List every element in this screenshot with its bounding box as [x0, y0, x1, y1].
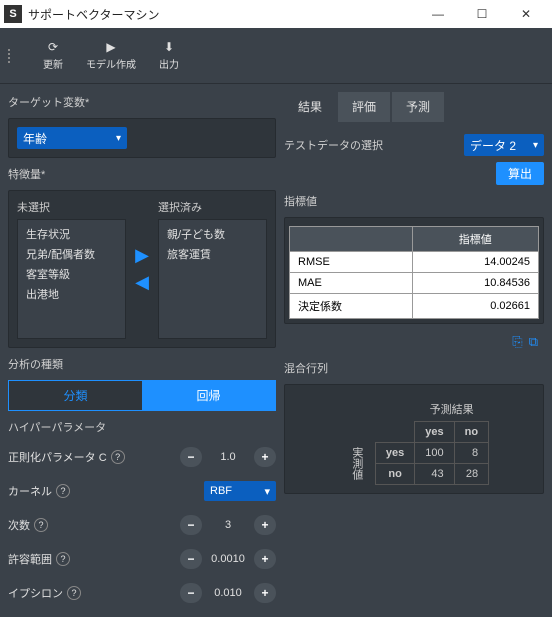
- tab-eval[interactable]: 評価: [338, 92, 390, 122]
- help-icon[interactable]: ?: [67, 586, 81, 600]
- list-item[interactable]: 兄弟/配偶者数: [22, 244, 121, 264]
- help-icon[interactable]: ?: [34, 518, 48, 532]
- download-icon: ⬇: [164, 40, 174, 54]
- hyperparam-label: ハイパーパラメータ: [8, 419, 276, 435]
- param-tol-label: 許容範囲: [8, 551, 52, 567]
- copy-icon[interactable]: ⎘: [512, 334, 522, 350]
- param-degree-stepper: − 3 +: [180, 515, 276, 535]
- list-item[interactable]: 親/子ども数: [163, 224, 262, 244]
- selected-listbox[interactable]: 親/子ども数 旅客運賃: [158, 219, 267, 339]
- help-icon[interactable]: ?: [111, 450, 125, 464]
- result-tabs: 結果 評価 予測: [284, 92, 544, 122]
- param-eps-value[interactable]: 0.010: [204, 587, 252, 599]
- param-c-value[interactable]: 1.0: [204, 451, 252, 463]
- close-button[interactable]: ✕: [504, 0, 548, 28]
- refresh-icon: ⟳: [48, 40, 58, 54]
- update-button[interactable]: ⟳ 更新: [28, 40, 78, 71]
- target-variable-select[interactable]: 年齢 ▾: [17, 127, 127, 149]
- param-degree-label: 次数: [8, 517, 30, 533]
- model-build-button[interactable]: ▶ モデル作成: [86, 40, 136, 71]
- help-icon[interactable]: ?: [56, 552, 70, 566]
- increment-button[interactable]: +: [254, 583, 276, 603]
- move-right-button[interactable]: ▶: [135, 245, 149, 266]
- maximize-button[interactable]: ☐: [460, 0, 504, 28]
- kernel-select[interactable]: RBF ▾: [204, 481, 276, 501]
- increment-button[interactable]: +: [254, 549, 276, 569]
- list-item[interactable]: 客室等級: [22, 264, 121, 284]
- decrement-button[interactable]: −: [180, 447, 202, 467]
- title-bar: S サポートベクターマシン — ☐ ✕: [0, 0, 552, 28]
- help-icon[interactable]: ?: [56, 484, 70, 498]
- analysis-type-label: 分析の種類: [8, 356, 276, 372]
- unselected-listbox[interactable]: 生存状況 兄弟/配偶者数 客室等級 出港地: [17, 219, 126, 339]
- popout-icon[interactable]: ⧉: [529, 334, 538, 350]
- chevron-down-icon: ▾: [264, 485, 270, 498]
- output-button[interactable]: ⬇ 出力: [144, 40, 194, 71]
- param-eps-label: イプシロン: [8, 585, 63, 601]
- param-tol-stepper: − 0.0010 +: [180, 549, 276, 569]
- calculate-button[interactable]: 算出: [496, 162, 544, 185]
- drag-handle[interactable]: [8, 49, 16, 63]
- confusion-matrix: 予測結果 yesno 実測値yes1008 no4328: [293, 397, 535, 485]
- list-item[interactable]: 旅客運賃: [163, 244, 262, 264]
- list-item[interactable]: 出港地: [22, 284, 121, 304]
- param-c-label: 正則化パラメータ C: [8, 449, 107, 465]
- param-degree-value[interactable]: 3: [204, 519, 252, 531]
- metrics-table: 指標値 RMSE14.00245 MAE10.84536 決定係数0.02661: [289, 226, 539, 319]
- param-kernel-label: カーネル: [8, 483, 52, 499]
- app-logo: S: [4, 5, 22, 23]
- confusion-matrix-label: 混合行列: [284, 360, 544, 376]
- play-icon: ▶: [106, 40, 115, 54]
- tab-result[interactable]: 結果: [284, 92, 336, 122]
- decrement-button[interactable]: −: [180, 583, 202, 603]
- window-title: サポートベクターマシン: [28, 6, 416, 23]
- segment-classification[interactable]: 分類: [9, 381, 142, 410]
- tab-predict[interactable]: 予測: [392, 92, 444, 122]
- increment-button[interactable]: +: [254, 515, 276, 535]
- metrics-label: 指標値: [284, 193, 544, 209]
- chevron-down-icon: ▾: [116, 133, 121, 144]
- move-left-button[interactable]: ◀: [135, 272, 149, 293]
- selected-header: 選択済み: [158, 199, 267, 215]
- param-eps-stepper: − 0.010 +: [180, 583, 276, 603]
- decrement-button[interactable]: −: [180, 515, 202, 535]
- decrement-button[interactable]: −: [180, 549, 202, 569]
- target-variable-label: ターゲット変数*: [8, 94, 276, 110]
- minimize-button[interactable]: —: [416, 0, 460, 28]
- chevron-down-icon: ▾: [533, 140, 538, 151]
- testdata-label: テストデータの選択: [284, 137, 383, 153]
- segment-regression[interactable]: 回帰: [142, 381, 275, 410]
- param-tol-value[interactable]: 0.0010: [204, 553, 252, 565]
- testdata-select[interactable]: データ 2 ▾: [464, 134, 544, 156]
- analysis-type-segment: 分類 回帰: [8, 380, 276, 411]
- param-c-stepper: − 1.0 +: [180, 447, 276, 467]
- list-item[interactable]: 生存状況: [22, 224, 121, 244]
- increment-button[interactable]: +: [254, 447, 276, 467]
- toolbar: ⟳ 更新 ▶ モデル作成 ⬇ 出力: [0, 28, 552, 84]
- unselected-header: 未選択: [17, 199, 126, 215]
- features-label: 特徴量*: [8, 166, 276, 182]
